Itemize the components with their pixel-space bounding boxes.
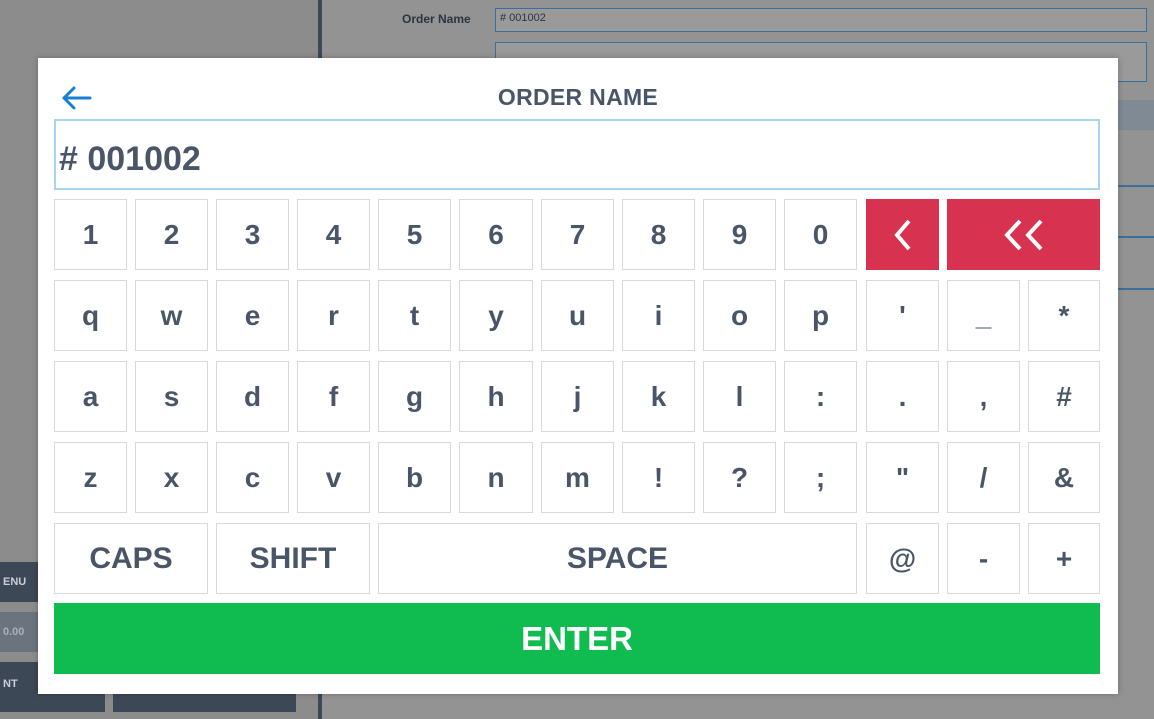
key-n[interactable]: n [459,442,533,513]
enter-button[interactable]: ENTER [54,603,1100,674]
key-double-quote[interactable]: " [866,442,939,513]
caps-key[interactable]: CAPS [54,523,208,594]
key-9[interactable]: 9 [703,199,776,270]
key-j[interactable]: j [541,361,614,432]
key-o[interactable]: o [703,280,776,351]
key-plus[interactable]: + [1028,523,1100,594]
key-comma[interactable]: , [947,361,1020,432]
key-d[interactable]: d [216,361,289,432]
key-b[interactable]: b [378,442,451,513]
key-asterisk[interactable]: * [1028,280,1100,351]
key-ampersand[interactable]: & [1028,442,1100,513]
key-a[interactable]: a [54,361,127,432]
key-f[interactable]: f [297,361,370,432]
key-4[interactable]: 4 [297,199,370,270]
key-h[interactable]: h [459,361,533,432]
dialog-title: ORDER NAME [497,84,659,110]
background-menu-button: ENU [0,562,38,602]
key-question[interactable]: ? [703,442,776,513]
double-chevron-left-icon [1003,219,1042,250]
key-y[interactable]: y [459,280,533,351]
key-exclamation[interactable]: ! [622,442,695,513]
key-t[interactable]: t [378,280,451,351]
key-hash[interactable]: # [1028,361,1100,432]
key-r[interactable]: r [297,280,370,351]
key-3[interactable]: 3 [216,199,289,270]
key-z[interactable]: z [54,442,127,513]
key-e[interactable]: e [216,280,289,351]
key-apostrophe[interactable]: ' [866,280,939,351]
keyboard-dialog: ORDER NAME 1 2 3 4 5 6 7 8 9 0 q w e r t… [38,58,1118,694]
key-p[interactable]: p [784,280,857,351]
backspace-key[interactable] [866,199,939,270]
backspace-icon [893,219,911,250]
key-1[interactable]: 1 [54,199,127,270]
background-order-name-field: # 001002 [495,8,1147,32]
order-name-input[interactable] [54,119,1100,190]
key-minus[interactable]: - [947,523,1020,594]
key-w[interactable]: w [135,280,208,351]
key-5[interactable]: 5 [378,199,451,270]
key-g[interactable]: g [378,361,451,432]
key-m[interactable]: m [541,442,614,513]
clear-key[interactable] [947,199,1100,270]
key-2[interactable]: 2 [135,199,208,270]
key-x[interactable]: x [135,442,208,513]
key-0[interactable]: 0 [784,199,857,270]
key-i[interactable]: i [622,280,695,351]
key-k[interactable]: k [622,361,695,432]
key-6[interactable]: 6 [459,199,533,270]
key-s[interactable]: s [135,361,208,432]
key-underscore[interactable]: _ [947,280,1020,351]
key-l[interactable]: l [703,361,776,432]
space-key[interactable]: SPACE [378,523,857,594]
key-semicolon[interactable]: ; [784,442,857,513]
key-slash[interactable]: / [947,442,1020,513]
key-c[interactable]: c [216,442,289,513]
key-v[interactable]: v [297,442,370,513]
key-at[interactable]: @ [866,523,939,594]
key-q[interactable]: q [54,280,127,351]
shift-key[interactable]: SHIFT [216,523,370,594]
key-8[interactable]: 8 [622,199,695,270]
key-period[interactable]: . [866,361,939,432]
key-u[interactable]: u [541,280,614,351]
background-amount-button: 0.00 [0,612,38,652]
key-colon[interactable]: : [784,361,857,432]
key-7[interactable]: 7 [541,199,614,270]
background-order-name-label: Order Name [402,12,471,26]
